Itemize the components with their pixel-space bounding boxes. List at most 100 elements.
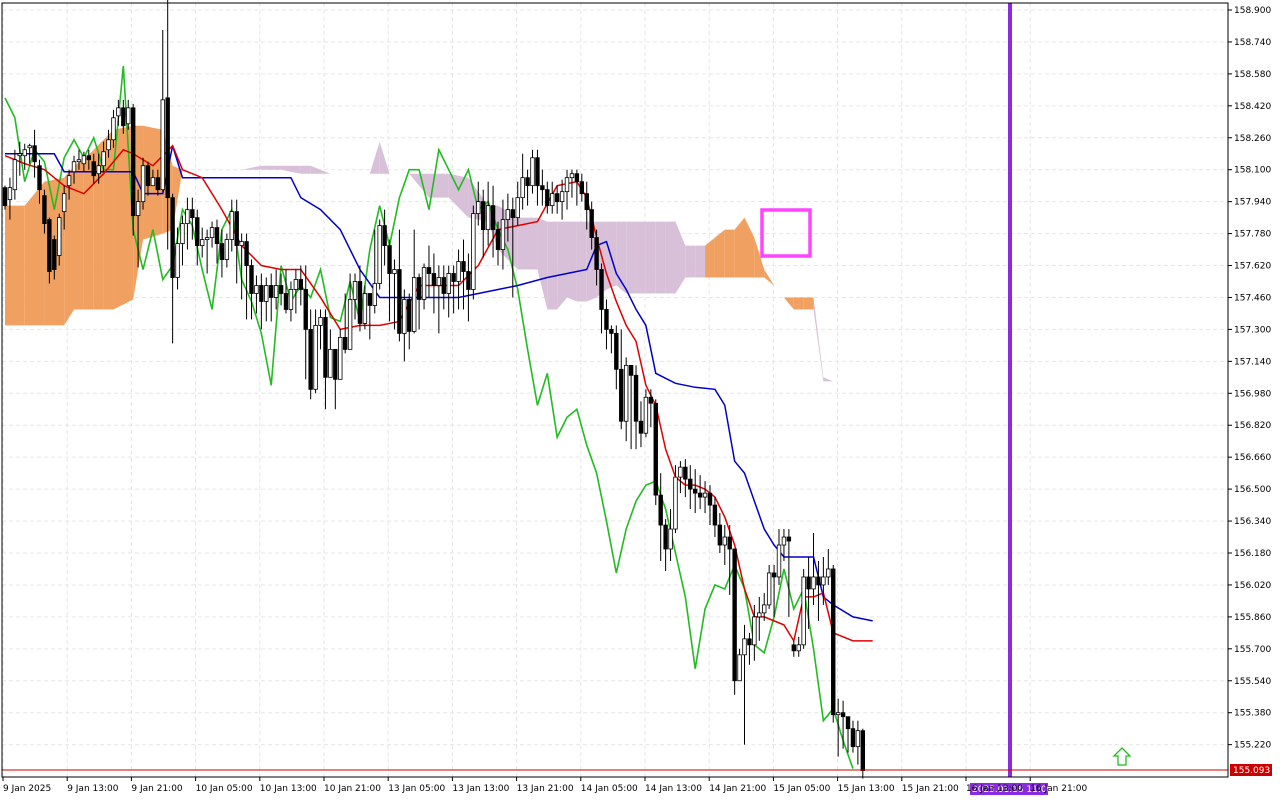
candle-body <box>308 329 313 390</box>
y-tick-label: 155.540 <box>1234 677 1271 687</box>
candle-body <box>697 492 703 498</box>
candle-body <box>239 241 244 246</box>
y-tick-label: 156.020 <box>1234 581 1271 591</box>
candle-body <box>224 239 230 260</box>
candle-body <box>781 536 787 546</box>
candle-body <box>530 157 535 187</box>
candle-body <box>150 177 156 187</box>
candle-body <box>727 536 732 550</box>
candle-body <box>554 193 560 203</box>
y-tick-label: 157.300 <box>1234 325 1271 335</box>
candle-body <box>579 181 585 195</box>
candle-body <box>510 209 515 219</box>
candle-body <box>259 285 264 302</box>
y-tick-label: 158.420 <box>1234 102 1271 112</box>
candle-body <box>559 191 565 203</box>
y-tick-label: 157.620 <box>1234 262 1271 272</box>
candle-body <box>801 576 806 646</box>
candle-body <box>436 277 442 286</box>
candle-body <box>441 277 446 294</box>
candle-body <box>757 612 762 618</box>
candle-body <box>653 402 658 496</box>
x-tick-label: 14 Jan 21:00 <box>709 784 766 794</box>
candle-body <box>663 524 668 550</box>
candle-body <box>333 348 338 380</box>
candle-body <box>61 193 67 213</box>
x-tick-label: 15 Jan 05:00 <box>773 784 830 794</box>
candle-body <box>683 466 688 480</box>
candle-body <box>766 572 772 606</box>
candle-body <box>175 243 180 278</box>
candle-body <box>796 644 801 652</box>
chart-background <box>0 0 1280 800</box>
candle-body <box>752 616 757 646</box>
x-tick-label: 10 Jan 13:00 <box>260 784 317 794</box>
candle-body <box>2 187 8 207</box>
candle-body <box>831 568 836 716</box>
kumo-segment <box>714 229 725 278</box>
candle-body <box>7 187 13 201</box>
candle-body <box>160 99 165 191</box>
candle-body <box>219 243 225 260</box>
candle-body <box>535 157 540 187</box>
candle-body <box>481 201 486 230</box>
candle-body <box>609 329 614 334</box>
kumo-segment <box>24 181 45 326</box>
ichimoku-chart[interactable]: 2025.01.16 11:00155.093 158.900158.74015… <box>0 0 1280 800</box>
candle-body <box>614 333 619 370</box>
kumo-segment <box>74 159 84 310</box>
candle-body <box>111 117 116 141</box>
candle-body <box>638 420 644 434</box>
candle-body <box>673 476 678 530</box>
candle-body <box>190 209 195 219</box>
candle-body <box>747 638 752 646</box>
x-tick-label: 9 Jan 13:00 <box>67 784 119 794</box>
candle-body <box>574 173 580 183</box>
candle-body <box>126 107 131 125</box>
y-tick-label: 156.660 <box>1234 453 1271 463</box>
candle-body <box>27 145 32 149</box>
candle-body <box>298 279 303 290</box>
kumo-segment <box>626 221 637 294</box>
y-tick-label: 158.740 <box>1234 38 1271 48</box>
candle-body <box>328 348 333 378</box>
candle-body <box>421 267 427 300</box>
candle-body <box>688 478 693 490</box>
candle-body <box>377 225 382 284</box>
y-tick-label: 156.340 <box>1234 517 1271 527</box>
y-tick-label: 157.780 <box>1234 230 1271 240</box>
x-tick-label: 13 Jan 13:00 <box>452 784 509 794</box>
candle-body <box>471 213 476 290</box>
candle-body <box>500 219 506 250</box>
candle-body <box>76 159 82 163</box>
candle-body <box>283 293 289 310</box>
candle-body <box>693 488 698 494</box>
candle-body <box>520 177 525 199</box>
x-tick-label: 9 Jan 21:00 <box>131 784 183 794</box>
y-tick-label: 156.980 <box>1234 389 1271 399</box>
candle-body <box>249 265 254 294</box>
candle-body <box>599 269 604 310</box>
candle-body <box>362 293 368 324</box>
x-tick-label: 16 Jan 21:00 <box>1030 784 1087 794</box>
kumo-segment <box>567 221 577 302</box>
candle-body <box>367 293 373 306</box>
kumo-segment <box>576 221 587 302</box>
candle-body <box>668 528 673 550</box>
candle-body <box>17 153 22 157</box>
y-tick-label: 156.500 <box>1234 485 1271 495</box>
x-tick-label: 16 Jan 13:00 <box>966 784 1023 794</box>
kumo-segment <box>724 229 735 278</box>
candle-body <box>446 273 451 294</box>
candle-body <box>392 269 397 274</box>
candle-body <box>707 492 713 506</box>
y-tick-label: 155.700 <box>1234 645 1271 655</box>
candle-body <box>722 536 727 546</box>
candle-body <box>264 285 269 302</box>
y-tick-label: 158.260 <box>1234 134 1271 144</box>
candle-body <box>214 227 220 244</box>
candle-body <box>461 261 466 272</box>
kumo-segment <box>300 165 311 174</box>
candle-body <box>116 107 121 117</box>
y-tick-label: 156.820 <box>1234 421 1271 431</box>
